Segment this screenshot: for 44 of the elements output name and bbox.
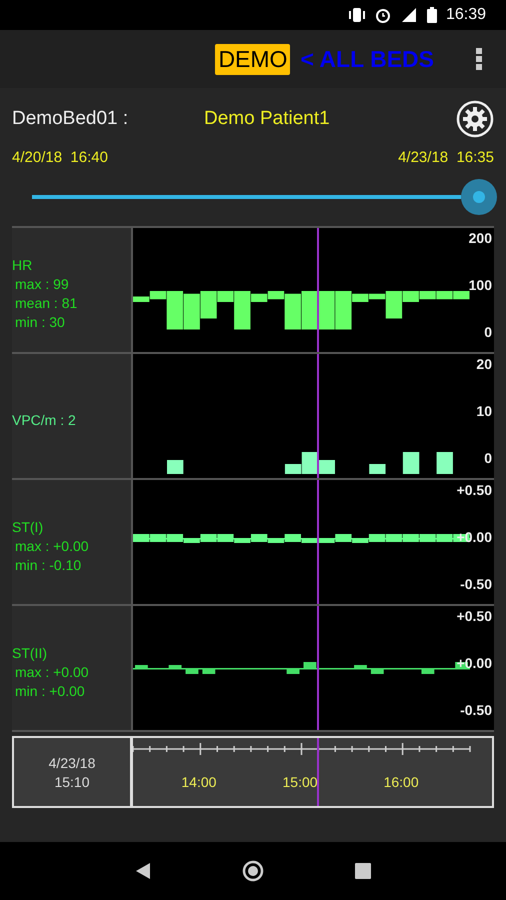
time-axis[interactable]: 14:00 15:00 16:00 — [133, 738, 492, 806]
statistic-text: min : 30 — [14, 313, 66, 332]
axis-tick-label: 0 — [484, 324, 492, 340]
alarm-icon — [374, 7, 391, 23]
parameter-label: ST(II) — [12, 644, 48, 662]
bed-label: DemoBed01 : — [12, 108, 130, 130]
axis-tick-label: +0.50 — [456, 608, 492, 624]
statistic-text: min : +0.00 — [14, 682, 86, 700]
axis-tick-label: +0.00 — [456, 655, 492, 671]
battery-icon — [426, 7, 437, 23]
range-start-date: 4/20/18 16:40 — [12, 148, 108, 166]
clock-time: 16:39 — [446, 6, 486, 24]
axis-tick-label: -0.50 — [460, 702, 492, 718]
axis-tick-label: 20 — [476, 356, 492, 372]
vibrate-icon — [348, 7, 366, 23]
back-icon[interactable] — [135, 862, 152, 880]
patient-name: Demo Patient1 — [204, 108, 331, 130]
statistic-text: max : 99 — [14, 275, 70, 294]
more-menu-icon[interactable] — [476, 48, 482, 70]
time-axis-label: 14:00 — [181, 774, 216, 790]
axis-tick-label: 100 — [468, 277, 492, 293]
axis-tick-label: 200 — [468, 230, 492, 246]
statistic-text: max : +0.00 — [14, 662, 90, 682]
recents-icon[interactable] — [354, 863, 371, 879]
statistic-text: min : -0.10 — [14, 556, 82, 574]
cursor-date: 4/23/18 — [48, 754, 96, 770]
signal-icon — [400, 7, 418, 23]
parameter-label: VPC/m : 2 — [12, 410, 77, 430]
statistic-text: max : +0.00 — [14, 536, 90, 556]
axis-tick-label: +0.50 — [456, 482, 492, 498]
time-axis-label: 15:00 — [282, 774, 318, 790]
home-icon[interactable] — [242, 860, 264, 882]
range-end-date: 4/23/18 16:35 — [398, 148, 494, 166]
time-axis-label: 16:00 — [384, 774, 419, 790]
statistic-text: mean : 81 — [14, 294, 78, 313]
slider-thumb[interactable] — [461, 179, 498, 215]
cursor-time: 15:10 — [54, 774, 90, 790]
demo-badge: DEMO — [215, 44, 290, 74]
axis-tick-label: -0.50 — [460, 576, 492, 592]
parameter-label: HR — [12, 256, 34, 275]
parameter-label: ST(I) — [12, 518, 44, 536]
settings-icon[interactable] — [456, 100, 494, 138]
axis-tick-label: 10 — [476, 403, 492, 419]
axis-tick-label: 0 — [484, 450, 492, 466]
